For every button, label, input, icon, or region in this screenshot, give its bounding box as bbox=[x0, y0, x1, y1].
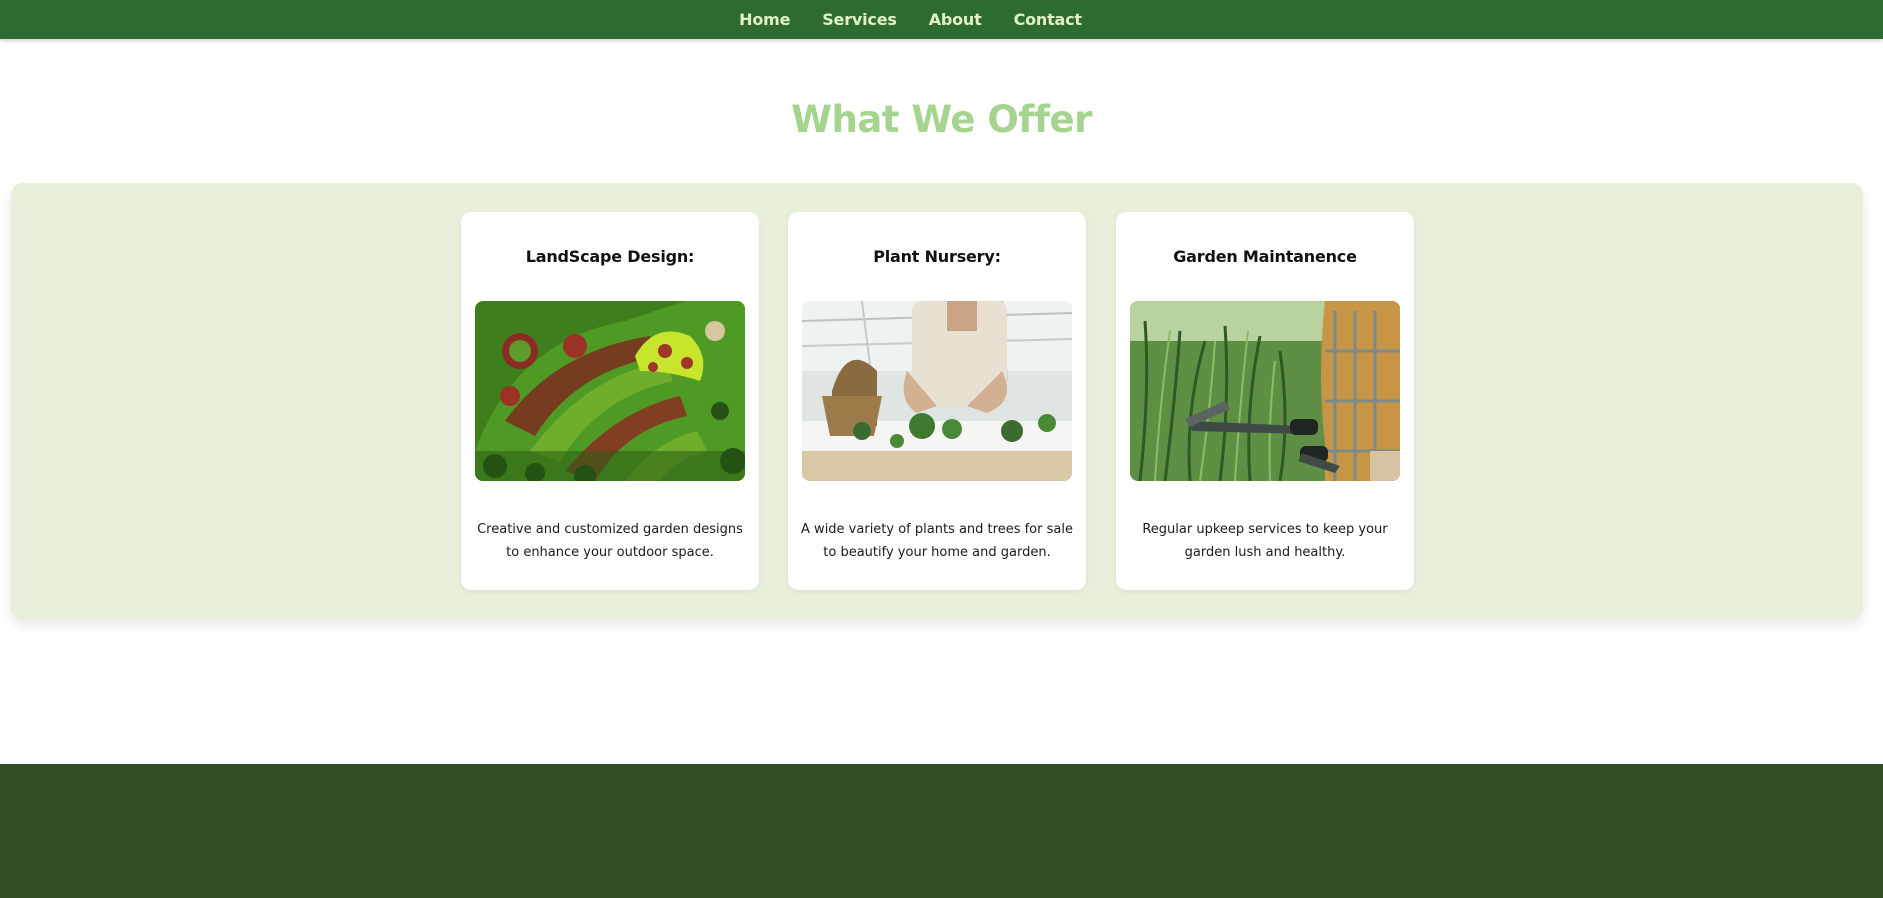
plant-nursery-image bbox=[802, 301, 1072, 481]
service-card-nursery: Plant Nursery: A wide variety of plants … bbox=[788, 212, 1086, 590]
garden-maintenance-image bbox=[1130, 301, 1400, 481]
service-card-landscape: LandScape Design: Creative and customize… bbox=[461, 212, 759, 590]
landscape-design-image bbox=[475, 301, 745, 481]
card-description: Creative and customized garden designs t… bbox=[477, 522, 743, 560]
nav-link-home[interactable]: Home bbox=[739, 10, 790, 29]
service-card-maintenance: Garden Maintanence Regular upkeep servic… bbox=[1116, 212, 1414, 590]
top-navbar: Home Services About Contact bbox=[0, 0, 1883, 39]
nav-link-about[interactable]: About bbox=[929, 10, 982, 29]
footer bbox=[0, 764, 1883, 898]
nav-link-services[interactable]: Services bbox=[822, 10, 897, 29]
nav-links: Home Services About Contact bbox=[739, 10, 1082, 29]
card-description: Regular upkeep services to keep your gar… bbox=[1142, 522, 1388, 560]
nav-link-contact[interactable]: Contact bbox=[1014, 10, 1083, 29]
card-title: LandScape Design: bbox=[525, 247, 695, 266]
card-title: Plant Nursery: bbox=[873, 247, 1001, 266]
section-title: What We Offer bbox=[791, 98, 1092, 141]
card-description: A wide variety of plants and trees for s… bbox=[801, 522, 1073, 560]
card-title: Garden Maintanence bbox=[1173, 247, 1357, 266]
